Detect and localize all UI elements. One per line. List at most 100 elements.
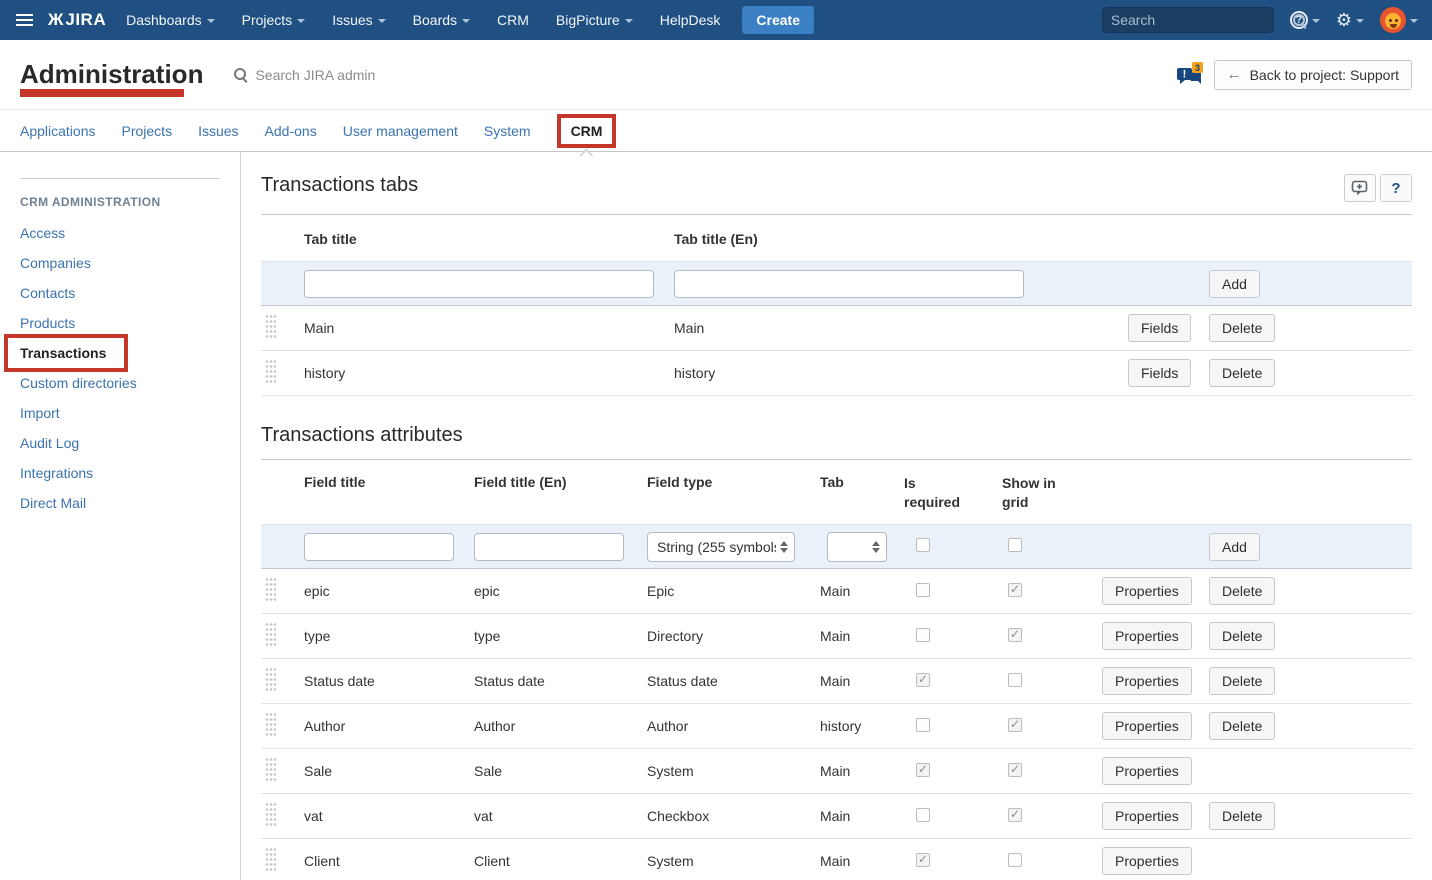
nav-item-boards[interactable]: Boards [413, 12, 470, 28]
field-type-select[interactable]: String (255 symbols) [647, 532, 795, 562]
delete-attribute-button[interactable]: Delete [1209, 667, 1275, 695]
feedback-button[interactable] [1344, 174, 1376, 202]
delete-tab-button[interactable]: Delete [1209, 359, 1275, 387]
create-button[interactable]: Create [742, 6, 814, 34]
fields-button[interactable]: Fields [1128, 359, 1191, 387]
navbar-right: ? ⚙ [1102, 7, 1418, 33]
show-in-grid-checkbox[interactable] [1008, 853, 1022, 867]
properties-button[interactable]: Properties [1102, 847, 1192, 875]
field-type-value: System [642, 853, 815, 869]
properties-button[interactable]: Properties [1102, 577, 1192, 605]
tab-crm[interactable]: CRM [571, 123, 603, 139]
field-title-value: epic [299, 583, 469, 599]
tabs-section-title: Transactions tabs [261, 174, 418, 197]
sidebar-item-audit-log[interactable]: Audit Log [20, 435, 79, 451]
is-required-checkbox[interactable] [916, 538, 930, 552]
sidebar-item-direct-mail[interactable]: Direct Mail [20, 495, 86, 511]
new-tab-title-en-input[interactable] [674, 270, 1024, 298]
drag-handle-icon[interactable] [265, 577, 276, 603]
tab-value: Main [815, 583, 899, 599]
show-in-grid-checkbox[interactable] [1008, 763, 1022, 777]
sidebar-item-custom-directories[interactable]: Custom directories [20, 375, 137, 391]
is-required-checkbox[interactable] [916, 583, 930, 597]
is-required-checkbox[interactable] [916, 628, 930, 642]
navbar-search[interactable] [1102, 7, 1274, 33]
tab-addons[interactable]: Add-ons [265, 123, 317, 139]
jira-logo[interactable]: Ж JIRA [48, 10, 106, 30]
show-in-grid-checkbox[interactable] [1008, 538, 1022, 552]
fields-button[interactable]: Fields [1128, 314, 1191, 342]
add-tab-button[interactable]: Add [1209, 270, 1260, 298]
show-in-grid-checkbox[interactable] [1008, 628, 1022, 642]
nav-item-issues[interactable]: Issues [332, 12, 385, 28]
nav-item-projects[interactable]: Projects [242, 12, 306, 28]
drag-handle-icon[interactable] [265, 667, 276, 693]
tab-system[interactable]: System [484, 123, 531, 139]
tab-projects[interactable]: Projects [122, 123, 173, 139]
show-in-grid-checkbox[interactable] [1008, 673, 1022, 687]
drag-handle-icon[interactable] [265, 802, 276, 828]
new-tab-title-input[interactable] [304, 270, 654, 298]
column-header-field-type: Field type [642, 474, 815, 490]
drag-handle-icon[interactable] [265, 757, 276, 783]
tab-issues[interactable]: Issues [198, 123, 238, 139]
is-required-checkbox[interactable] [916, 673, 930, 687]
show-in-grid-checkbox[interactable] [1008, 583, 1022, 597]
tab-applications[interactable]: Applications [20, 123, 96, 139]
back-arrow-icon: ← [1227, 66, 1242, 83]
properties-button[interactable]: Properties [1102, 712, 1192, 740]
new-field-title-en-input[interactable] [474, 533, 624, 561]
field-title-en-value: vat [469, 808, 642, 824]
properties-button[interactable]: Properties [1102, 622, 1192, 650]
sidebar-item-products[interactable]: Products [20, 315, 75, 331]
add-attribute-button[interactable]: Add [1209, 533, 1260, 561]
sidebar-item-companies[interactable]: Companies [20, 255, 91, 271]
drag-handle-icon[interactable] [265, 622, 276, 648]
back-to-project-button[interactable]: ← Back to project: Support [1214, 60, 1412, 90]
new-field-title-input[interactable] [304, 533, 454, 561]
admin-settings-menu[interactable]: ⚙ [1336, 11, 1364, 29]
properties-button[interactable]: Properties [1102, 757, 1192, 785]
hamburger-menu-icon[interactable] [14, 10, 34, 30]
sidebar-item-import[interactable]: Import [20, 405, 60, 421]
notifications-button[interactable]: ! 3 [1176, 62, 1204, 88]
sidebar-item-access[interactable]: Access [20, 225, 65, 241]
admin-search-input[interactable] [255, 67, 425, 83]
nav-item-dashboards[interactable]: Dashboards [126, 12, 215, 28]
field-title-en-value: epic [469, 583, 642, 599]
drag-handle-icon[interactable] [265, 359, 276, 385]
is-required-checkbox[interactable] [916, 853, 930, 867]
admin-search[interactable] [233, 67, 425, 83]
drag-handle-icon[interactable] [265, 847, 276, 873]
annotation-underline [20, 89, 184, 97]
delete-attribute-button[interactable]: Delete [1209, 802, 1275, 830]
properties-button[interactable]: Properties [1102, 667, 1192, 695]
help-button[interactable]: ? [1380, 174, 1412, 202]
drag-handle-icon[interactable] [265, 314, 276, 340]
field-title-value: type [299, 628, 469, 644]
nav-item-helpdesk[interactable]: HelpDesk [660, 12, 721, 28]
is-required-checkbox[interactable] [916, 718, 930, 732]
is-required-checkbox[interactable] [916, 808, 930, 822]
delete-attribute-button[interactable]: Delete [1209, 577, 1275, 605]
is-required-checkbox[interactable] [916, 763, 930, 777]
nav-item-bigpicture[interactable]: BigPicture [556, 12, 633, 28]
field-title-en-value: Author [469, 718, 642, 734]
tab-user-management[interactable]: User management [343, 123, 458, 139]
tab-title-value: Main [299, 320, 669, 336]
navbar-search-input[interactable] [1111, 12, 1292, 28]
nav-item-crm[interactable]: CRM [497, 12, 529, 28]
show-in-grid-checkbox[interactable] [1008, 718, 1022, 732]
field-title-value: Status date [299, 673, 469, 689]
sidebar-item-transactions[interactable]: Transactions [20, 345, 106, 361]
delete-attribute-button[interactable]: Delete [1209, 712, 1275, 740]
sidebar-item-integrations[interactable]: Integrations [20, 465, 93, 481]
delete-attribute-button[interactable]: Delete [1209, 622, 1275, 650]
tab-select[interactable] [827, 532, 887, 562]
show-in-grid-checkbox[interactable] [1008, 808, 1022, 822]
drag-handle-icon[interactable] [265, 712, 276, 738]
delete-tab-button[interactable]: Delete [1209, 314, 1275, 342]
properties-button[interactable]: Properties [1102, 802, 1192, 830]
user-menu[interactable] [1380, 7, 1418, 33]
sidebar-item-contacts[interactable]: Contacts [20, 285, 75, 301]
